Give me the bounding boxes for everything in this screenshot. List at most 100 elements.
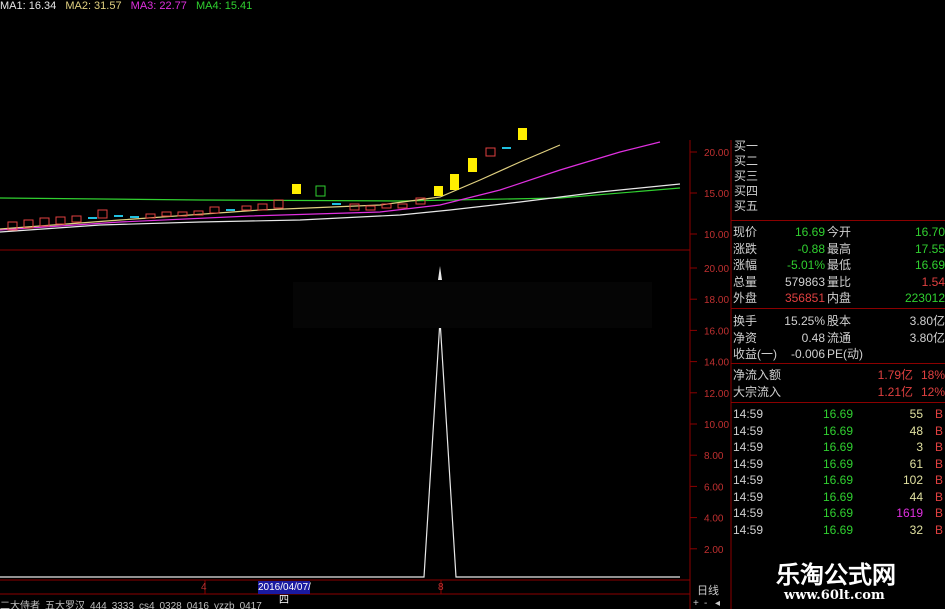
tick-side: B [934, 407, 943, 421]
candle [241, 205, 252, 211]
quote-label: 内盘 [827, 291, 852, 305]
panel-divider [731, 363, 945, 364]
formula-tab[interactable]: cs4 [139, 601, 155, 609]
tick-time: 14:59 [733, 456, 764, 471]
tick-volume: 32 [909, 522, 923, 537]
formula-tab[interactable]: 0416 [187, 601, 209, 609]
order-book-row: 买一 [731, 138, 945, 154]
date-label: 2016/04/07/四 [258, 581, 311, 606]
volume-axis-label: 8.00 [704, 451, 724, 462]
panel-divider [731, 220, 945, 221]
quote-value: -0.88 [797, 241, 825, 256]
order-book-row: 买四 [731, 183, 945, 199]
tick-side: B [934, 522, 943, 537]
price-axis: 20.00 15.00 10.00 [690, 148, 729, 241]
candle [226, 209, 235, 211]
zoom-in-button[interactable]: + [693, 598, 699, 609]
zoom-out-button[interactable]: - [704, 598, 707, 609]
candle [518, 128, 527, 140]
tick-side: B [934, 473, 943, 487]
quote-value: 356851 [784, 291, 825, 305]
candle [365, 205, 376, 211]
order-book-row: 买五 [731, 198, 945, 214]
tick-time: 14:59 [733, 407, 764, 421]
candle [114, 215, 123, 217]
buy-level-label: 买五 [734, 199, 759, 213]
tick-row: 14:59 16.69 32 B [731, 522, 945, 538]
flow-label: 净流入额 [733, 368, 782, 382]
fundamental-value: 3.80亿 [909, 330, 945, 345]
volume-axis-label: 10.00 [704, 420, 729, 431]
candle [349, 203, 360, 211]
quote-label: 今开 [827, 225, 852, 239]
candle [88, 217, 97, 219]
tick-row: 14:59 16.69 55 B [731, 406, 945, 422]
quote-value: 16.69 [794, 225, 825, 239]
ma2-line [0, 144, 561, 230]
tick-row: 14:59 16.69 48 B [731, 423, 945, 439]
fundamental-label: 净资 [733, 330, 758, 345]
tick-time: 14:59 [733, 506, 764, 520]
candle [485, 147, 496, 157]
candle [130, 216, 139, 218]
tick-time: 14:59 [733, 423, 764, 438]
buy-level-label: 买二 [734, 154, 759, 168]
watermark-title: 乐淘公式网 [776, 560, 896, 589]
blackout-top-right [533, 0, 945, 140]
quote-value: 223012 [904, 291, 945, 305]
fundamental-label: 股本 [827, 314, 852, 328]
quote-value: 579863 [784, 274, 825, 289]
volume-axis-label: 6.00 [704, 482, 724, 493]
fundamental-value: -0.006 [790, 347, 825, 361]
buy-level-label: 买四 [734, 184, 759, 198]
candle [273, 199, 284, 209]
quote-label: 涨跌 [733, 241, 758, 256]
formula-tab[interactable]: yzzb [214, 601, 235, 609]
quote-row: 涨跌 -0.88 最高 17.55 [731, 241, 945, 257]
panel-divider [731, 308, 945, 309]
fundamental-value: 0.48 [801, 330, 825, 345]
tick-side: B [934, 489, 943, 504]
quote-value: 16.70 [914, 225, 945, 239]
candle [450, 174, 459, 190]
formula-tab[interactable]: 444 [90, 601, 107, 609]
flow-label: 大宗流入 [733, 384, 782, 399]
order-book-row: 买三 [731, 168, 945, 184]
period-tab[interactable]: 日线 [697, 582, 719, 598]
quote-row: 涨幅 -5.01% 最低 16.69 [731, 257, 945, 273]
formula-tab[interactable]: 3333 [112, 601, 134, 609]
candle [71, 215, 82, 223]
volume-axis-label: 18.00 [704, 295, 729, 306]
fundamental-label: PE(动) [827, 347, 864, 361]
formula-tab[interactable]: 0417 [240, 601, 262, 609]
volume-axis: 20.00 18.00 16.00 14.00 12.00 10.00 8.00 6.00 4.… [690, 264, 729, 556]
volume-axis-label: 12.00 [704, 389, 729, 400]
candle [257, 203, 268, 211]
tick-side: B [934, 440, 943, 454]
volume-axis-label: 2.00 [704, 545, 724, 556]
cursor-mark-right: 8 [438, 582, 444, 593]
tick-volume: 1619 [896, 506, 923, 520]
tick-row: 14:59 16.69 61 B [731, 456, 945, 472]
candle [315, 185, 326, 197]
ma3-line [0, 141, 661, 231]
formula-tab[interactable]: 0328 [160, 601, 182, 609]
price-axis-label: 15.00 [704, 189, 729, 200]
volume-axis-label: 14.00 [704, 358, 729, 369]
price-axis-label: 10.00 [704, 230, 729, 241]
flow-pct: 18% [920, 368, 945, 382]
tick-time: 14:59 [733, 489, 764, 504]
candle [434, 186, 443, 196]
buy-level-label: 买一 [734, 139, 759, 153]
panel-divider [731, 402, 945, 403]
tick-row: 14:59 16.69 102 B [731, 472, 945, 488]
order-book-row: 买二 [731, 153, 945, 169]
tick-volume: 48 [909, 423, 923, 438]
tick-row: 14:59 16.69 1619 B [731, 505, 945, 521]
volume-axis-label: 16.00 [704, 326, 729, 337]
blackout-mid [293, 282, 652, 328]
scroll-left-icon[interactable]: ◂ [715, 598, 720, 609]
quote-row: 现价 16.69 今开 16.70 [731, 224, 945, 240]
formula-tab[interactable]: 二大侍者 [0, 597, 40, 609]
formula-tab[interactable]: 五大罗汉 [45, 597, 85, 609]
